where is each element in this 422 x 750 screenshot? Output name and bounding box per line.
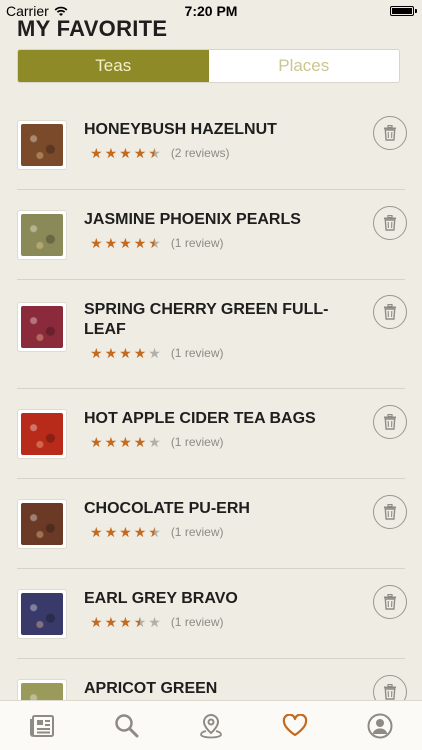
review-count: (1 review)	[170, 346, 224, 360]
list-item[interactable]: EARL GREY BRAVO ★ ★ ★ ★ ★ (1 review)	[17, 569, 407, 659]
star-rating: ★ ★ ★ ★ ★ (1 review)	[90, 525, 224, 539]
star-icon: ★	[148, 434, 161, 450]
app-screen: Carrier 7:20 PM MY FAVORITE Teas Places …	[0, 0, 422, 750]
trash-icon	[384, 304, 396, 320]
star-icon: ★	[104, 145, 118, 161]
tea-thumbnail	[17, 589, 67, 639]
star-icon: ★	[133, 145, 147, 161]
star-icon: ★	[133, 524, 147, 540]
star-icon: ★	[90, 345, 103, 361]
tab-news[interactable]	[0, 701, 84, 750]
star-rating: ★ ★ ★ ★ ★ (1 review)	[90, 615, 224, 629]
star-rating: ★ ★ ★ ★ ★ (1 review)	[90, 346, 224, 360]
search-icon	[114, 713, 139, 737]
review-count: (1 review)	[170, 615, 224, 629]
tea-thumbnail	[17, 210, 67, 260]
heart-icon	[283, 713, 308, 736]
star-icon: ★	[133, 345, 147, 361]
star-icon: ★	[90, 235, 103, 251]
review-count: (2 reviews)	[170, 146, 230, 160]
remove-favorite-button[interactable]	[373, 405, 407, 439]
list-item[interactable]: SPRING CHERRY GREEN FULL-LEAF ★ ★ ★ ★ ★ (1 rev…	[17, 280, 407, 389]
list-item[interactable]: HONEYBUSH HAZELNUT ★ ★ ★ ★ ★ (2 reviews)	[17, 100, 407, 190]
location-pin-icon	[200, 713, 222, 738]
page-title: MY FAVORITE	[17, 16, 168, 41]
star-icon: ★	[133, 614, 147, 630]
star-icon: ★	[90, 614, 103, 630]
battery-icon	[390, 6, 417, 16]
review-count: (1 review)	[170, 525, 224, 539]
star-icon: ★	[148, 614, 161, 630]
trash-icon	[384, 504, 396, 520]
review-count: (1 review)	[170, 236, 224, 250]
segment-teas[interactable]: Teas	[18, 50, 209, 82]
tea-thumbnail	[17, 302, 67, 352]
tab-bar	[0, 700, 422, 750]
star-icon: ★	[133, 434, 147, 450]
star-icon: ★	[119, 145, 132, 161]
star-icon: ★	[90, 524, 103, 540]
trash-icon	[384, 414, 396, 430]
star-icon: ★	[148, 145, 161, 161]
star-icon: ★	[148, 345, 161, 361]
star-icon: ★	[119, 345, 132, 361]
profile-icon	[367, 713, 393, 738]
list-item[interactable]: HOT APPLE CIDER TEA BAGS ★ ★ ★ ★ ★ (1 review)	[17, 389, 407, 479]
tea-thumbnail	[17, 120, 67, 170]
star-rating: ★ ★ ★ ★ ★ (1 review)	[90, 435, 224, 449]
star-icon: ★	[119, 614, 132, 630]
tea-thumbnail	[17, 499, 67, 549]
trash-icon	[384, 684, 396, 700]
star-icon: ★	[119, 235, 132, 251]
favorites-list: HONEYBUSH HAZELNUT ★ ★ ★ ★ ★ (2 reviews) JASMIN…	[0, 100, 422, 749]
tea-name[interactable]: HOT APPLE CIDER TEA BAGS	[84, 409, 344, 429]
star-icon: ★	[119, 524, 132, 540]
segment-places[interactable]: Places	[208, 50, 399, 82]
tab-search[interactable]	[84, 701, 168, 750]
tab-places[interactable]	[169, 701, 253, 750]
star-icon: ★	[90, 434, 103, 450]
star-icon: ★	[90, 145, 103, 161]
tea-name[interactable]: HONEYBUSH HAZELNUT	[84, 120, 344, 140]
star-icon: ★	[104, 345, 118, 361]
remove-favorite-button[interactable]	[373, 585, 407, 619]
trash-icon	[384, 215, 396, 231]
list-item[interactable]: CHOCOLATE PU-ERH ★ ★ ★ ★ ★ (1 review)	[17, 479, 407, 569]
tab-favorites[interactable]	[253, 701, 337, 750]
tea-name[interactable]: APRICOT GREEN	[84, 679, 344, 699]
star-icon: ★	[104, 614, 118, 630]
star-icon: ★	[148, 235, 161, 251]
review-count: (1 review)	[170, 435, 224, 449]
tea-name[interactable]: SPRING CHERRY GREEN FULL-LEAF	[84, 300, 344, 340]
star-icon: ★	[104, 434, 118, 450]
trash-icon	[384, 594, 396, 610]
star-icon: ★	[148, 524, 161, 540]
remove-favorite-button[interactable]	[373, 116, 407, 150]
star-icon: ★	[119, 434, 132, 450]
tea-name[interactable]: EARL GREY BRAVO	[84, 589, 344, 609]
remove-favorite-button[interactable]	[373, 206, 407, 240]
list-item[interactable]: JASMINE PHOENIX PEARLS ★ ★ ★ ★ ★ (1 review)	[17, 190, 407, 280]
star-icon: ★	[104, 524, 118, 540]
star-rating: ★ ★ ★ ★ ★ (2 reviews)	[90, 146, 230, 160]
star-icon: ★	[133, 235, 147, 251]
tea-name[interactable]: JASMINE PHOENIX PEARLS	[84, 210, 344, 230]
remove-favorite-button[interactable]	[373, 295, 407, 329]
segmented-control: Teas Places	[17, 49, 400, 83]
tab-profile[interactable]	[338, 701, 422, 750]
tea-thumbnail	[17, 409, 67, 459]
star-rating: ★ ★ ★ ★ ★ (1 review)	[90, 236, 224, 250]
tea-name[interactable]: CHOCOLATE PU-ERH	[84, 499, 344, 519]
star-icon: ★	[104, 235, 118, 251]
news-icon	[30, 714, 55, 737]
remove-favorite-button[interactable]	[373, 495, 407, 529]
trash-icon	[384, 125, 396, 141]
